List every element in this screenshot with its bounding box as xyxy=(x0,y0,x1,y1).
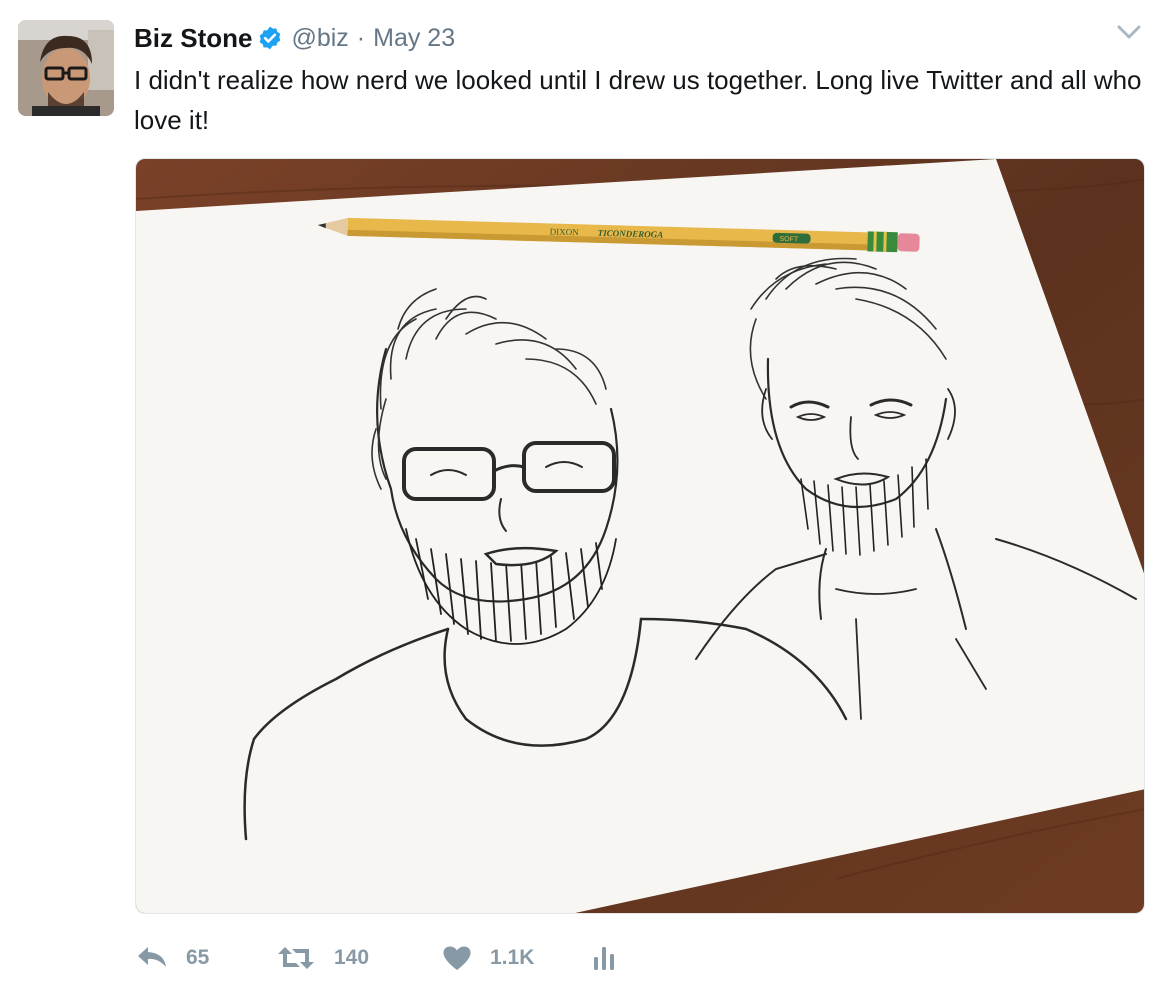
author-name[interactable]: Biz Stone xyxy=(134,23,252,54)
pencil-grade-text: SOFT xyxy=(779,236,799,244)
author-handle[interactable]: @biz xyxy=(291,24,348,53)
author-avatar[interactable] xyxy=(18,20,114,116)
retweet-count: 140 xyxy=(334,946,370,969)
tweet-text: I didn't realize how nerd we looked unti… xyxy=(134,65,1142,135)
analytics-icon xyxy=(594,947,614,970)
pencil-model-text: TICONDEROGA xyxy=(598,228,664,240)
tweet-photo[interactable]: DIXON TICONDEROGA SOFT xyxy=(135,158,1145,914)
meta-separator: · xyxy=(356,23,366,52)
verified-badge-icon xyxy=(257,25,283,51)
chevron-down-icon[interactable] xyxy=(1116,22,1142,42)
tweet-header: Biz Stone @biz · May 23 xyxy=(134,20,455,56)
retweet-button[interactable]: 140 xyxy=(276,945,442,971)
like-button[interactable]: 1.1K xyxy=(442,945,592,971)
retweet-icon xyxy=(278,947,314,969)
heart-icon xyxy=(443,946,471,970)
like-count: 1.1K xyxy=(490,946,535,969)
tweet-actions: 65 140 1.1K xyxy=(136,940,616,976)
tweet-date[interactable]: May 23 xyxy=(373,24,455,53)
reply-button[interactable]: 65 xyxy=(136,945,276,971)
drawing-photo: DIXON TICONDEROGA SOFT xyxy=(136,159,1144,913)
analytics-button[interactable] xyxy=(592,945,616,971)
reply-count: 65 xyxy=(186,946,210,969)
paper-sheet xyxy=(136,159,1144,913)
avatar-photo xyxy=(18,20,114,116)
pencil-brand-text: DIXON xyxy=(550,226,580,237)
reply-icon xyxy=(138,947,166,967)
